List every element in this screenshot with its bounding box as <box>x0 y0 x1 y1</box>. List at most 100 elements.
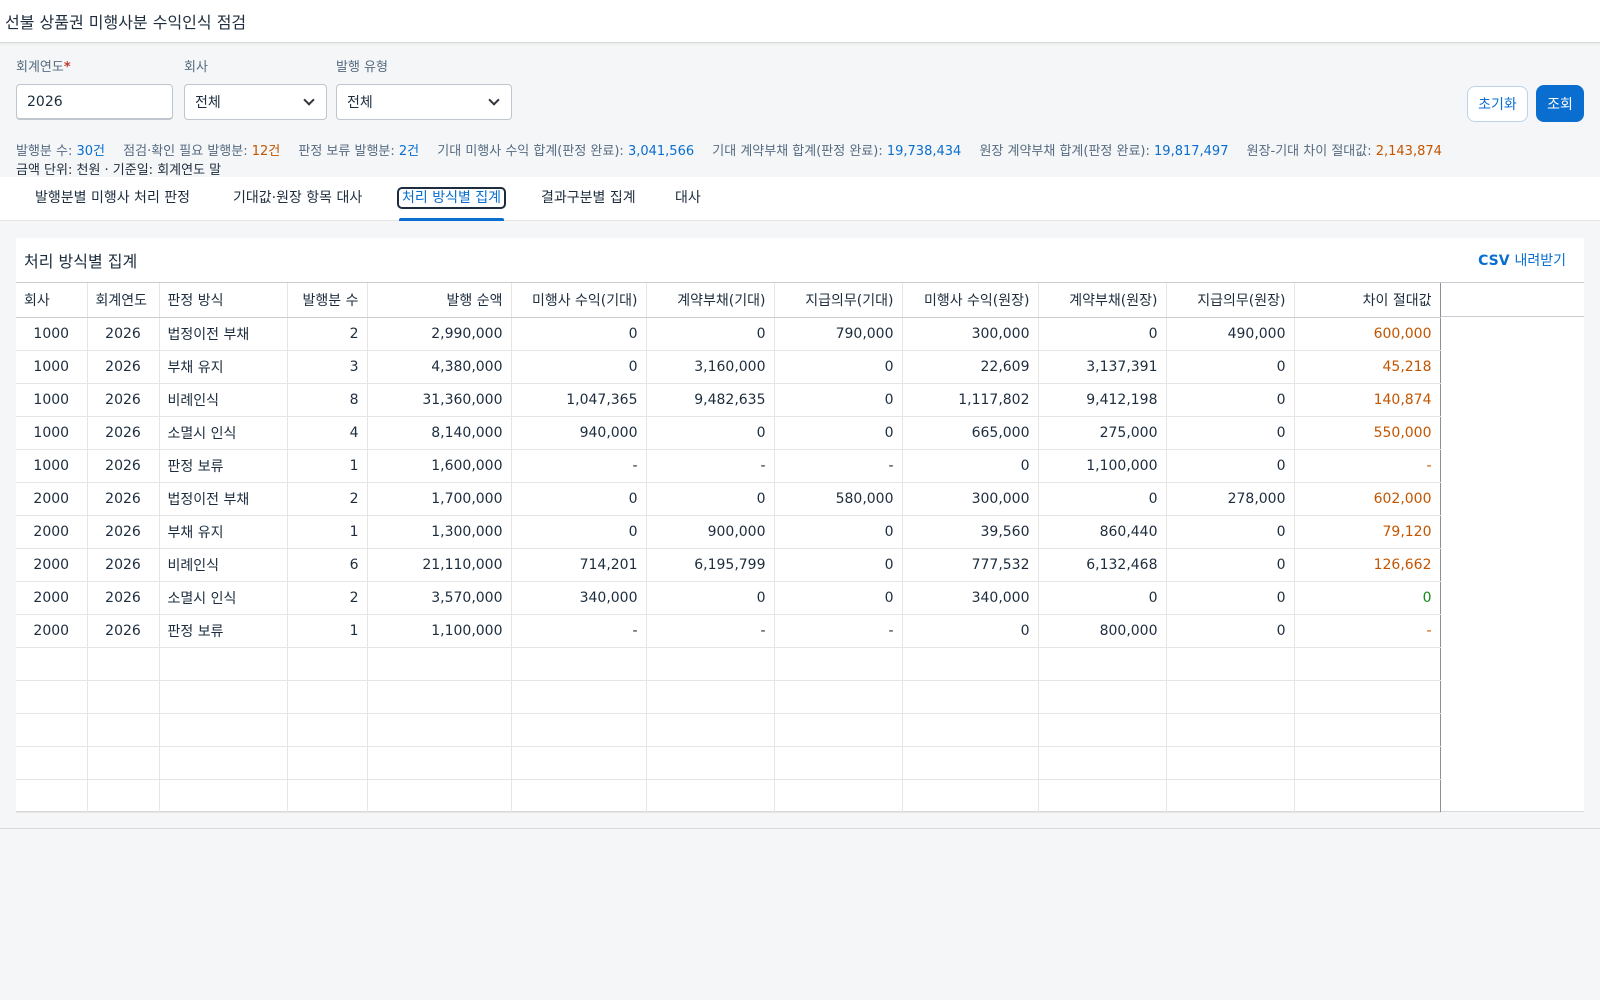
column-header[interactable]: 계약부채(기대) <box>646 283 775 318</box>
table-header-row: 회사 회계연도 판정 방식 발행분 수 발행 순액 미행사 수익(기대) 계약부채(기대) 지… <box>16 283 1441 318</box>
empty-cell <box>87 746 160 780</box>
issue-type-filter: 발행 유형 전체 <box>336 59 512 120</box>
table-cell: 1,600,000 <box>367 449 512 483</box>
tab-item-reconciliation[interactable]: 기대값·원장 항목 대사 <box>233 177 362 221</box>
table-cell: - <box>511 449 647 483</box>
empty-cell <box>159 680 288 714</box>
issue-type-label: 발행 유형 <box>336 60 388 75</box>
table-cell: 비례인식 <box>159 548 288 582</box>
column-header[interactable]: 회사 <box>16 283 88 318</box>
table-cell: 2 <box>287 581 368 615</box>
tab-reconciliation[interactable]: 대사 <box>675 177 701 221</box>
column-header[interactable]: 미행사 수익(원장) <box>902 283 1039 318</box>
table-row[interactable]: 2000 2026 판정 보류 1 1,100,000- - -0 800,000 0- <box>16 614 1441 648</box>
table-cell: 소멸시 인식 <box>159 581 288 615</box>
table-row[interactable]: 1000 2026 소멸시 인식 4 8,140,000 940,000 0 0 665,000… <box>16 416 1441 450</box>
column-header[interactable]: 회계연도 <box>87 283 160 318</box>
table-row[interactable]: 2000 2026 소멸시 인식 2 3,570,000 340,000 0 0 340,000… <box>16 581 1441 615</box>
table-cell: - <box>511 614 647 648</box>
table-cell: 278,000 <box>1166 482 1295 516</box>
table-cell: 법정이전 부채 <box>159 482 288 516</box>
table-cell: 법정이전 부채 <box>159 317 288 351</box>
table-cell: 340,000 <box>902 581 1039 615</box>
empty-cell <box>511 647 647 681</box>
table-cell: 21,110,000 <box>367 548 512 582</box>
empty-cell <box>159 779 288 813</box>
empty-cell <box>1294 680 1441 714</box>
empty-row <box>16 647 1441 681</box>
table-cell: 0 <box>1166 350 1295 384</box>
empty-cell <box>1038 746 1167 780</box>
table-row[interactable]: 2000 2026 법정이전 부채 2 1,700,000 0 0 580,000 300,00… <box>16 482 1441 516</box>
table-cell: 6,195,799 <box>646 548 775 582</box>
table-cell: 9,482,635 <box>646 383 775 417</box>
required-mark: * <box>63 60 71 75</box>
search-button[interactable]: 조회 <box>1536 85 1584 122</box>
column-header[interactable]: 발행 순액 <box>367 283 512 318</box>
table-cell: 3 <box>287 350 368 384</box>
tab-method-summary[interactable]: 처리 방식별 집계 <box>396 177 507 221</box>
empty-cell <box>159 647 288 681</box>
panel-title: 처리 방식별 집계 <box>24 252 138 271</box>
empty-cell <box>16 779 88 813</box>
empty-cell <box>646 713 775 747</box>
column-header[interactable]: 발행분 수 <box>287 283 368 318</box>
table-cell: 777,532 <box>902 548 1039 582</box>
table-row[interactable]: 1000 2026 판정 보류 1 1,600,000- - -0 1,100,000 0- <box>16 449 1441 483</box>
grid-filler <box>1441 283 1584 813</box>
table-cell: 0 <box>774 515 903 549</box>
empty-cell <box>774 779 903 813</box>
tab-issue-judgement[interactable]: 발행분별 미행사 처리 판정 <box>35 177 190 221</box>
table-cell: 0 <box>902 614 1039 648</box>
column-header[interactable]: 차이 절대값 <box>1294 283 1441 318</box>
column-header[interactable]: 지급의무(기대) <box>774 283 903 318</box>
table-cell: 550,000 <box>1294 416 1441 450</box>
table-row[interactable]: 1000 2026 법정이전 부채 2 2,990,000 0 0 790,000 300,00… <box>16 317 1441 351</box>
table-cell: 31,360,000 <box>367 383 512 417</box>
empty-cell <box>16 713 88 747</box>
column-header[interactable]: 판정 방식 <box>159 283 288 318</box>
reset-button[interactable]: 초기화 <box>1467 86 1528 122</box>
table-cell: 1 <box>287 449 368 483</box>
column-header[interactable]: 계약부채(원장) <box>1038 283 1167 318</box>
tab-bar: 발행분별 미행사 처리 판정 기대값·원장 항목 대사 처리 방식별 집계 결과… <box>0 177 1600 221</box>
company-select[interactable]: 전체 <box>184 84 327 120</box>
summary-table: 회사 회계연도 판정 방식 발행분 수 발행 순액 미행사 수익(기대) 계약부채(기대) 지… <box>16 283 1441 813</box>
table-cell: 2026 <box>87 614 160 648</box>
table-cell: 1,100,000 <box>367 614 512 648</box>
empty-cell <box>1294 713 1441 747</box>
empty-cell <box>287 647 368 681</box>
table-cell: 1,117,802 <box>902 383 1039 417</box>
column-header[interactable]: 미행사 수익(기대) <box>511 283 647 318</box>
footer-divider <box>0 828 1600 829</box>
table-row[interactable]: 2000 2026 부채 유지 1 1,300,000 0 900,000 0 39,560 86… <box>16 515 1441 549</box>
empty-cell <box>774 680 903 714</box>
table-cell: 275,000 <box>1038 416 1167 450</box>
fiscal-year-input[interactable]: 2026 <box>16 84 173 120</box>
tab-result-summary[interactable]: 결과구분별 집계 <box>541 177 636 221</box>
table-cell: 300,000 <box>902 482 1039 516</box>
table-cell: 2026 <box>87 383 160 417</box>
table-cell: - <box>774 449 903 483</box>
csv-download-link[interactable]: CSV 내려받기 <box>1478 250 1566 270</box>
table-row[interactable]: 1000 2026 부채 유지 3 4,380,000 0 3,160,000 0 22,609… <box>16 350 1441 384</box>
empty-cell <box>902 647 1039 681</box>
empty-cell <box>367 713 512 747</box>
table-cell: 2000 <box>16 515 88 549</box>
table-row[interactable]: 2000 2026 비례인식 6 21,110,000 714,201 6,195,799 0… <box>16 548 1441 582</box>
empty-cell <box>902 746 1039 780</box>
empty-cell <box>367 779 512 813</box>
table-cell: 45,218 <box>1294 350 1441 384</box>
table-cell: 79,120 <box>1294 515 1441 549</box>
table-cell: 0 <box>774 581 903 615</box>
table-cell: 0 <box>1166 581 1295 615</box>
column-header[interactable]: 지급의무(원장) <box>1166 283 1295 318</box>
table-cell: 0 <box>1038 317 1167 351</box>
issue-type-select[interactable]: 전체 <box>336 84 512 120</box>
table-row[interactable]: 1000 2026 비례인식 8 31,360,000 1,047,365 9,482,63… <box>16 383 1441 417</box>
empty-cell <box>1166 746 1295 780</box>
empty-row <box>16 779 1441 813</box>
page-title: 선불 상품권 미행사분 수익인식 점검 <box>5 13 247 32</box>
table-cell: 300,000 <box>902 317 1039 351</box>
empty-cell <box>1294 647 1441 681</box>
